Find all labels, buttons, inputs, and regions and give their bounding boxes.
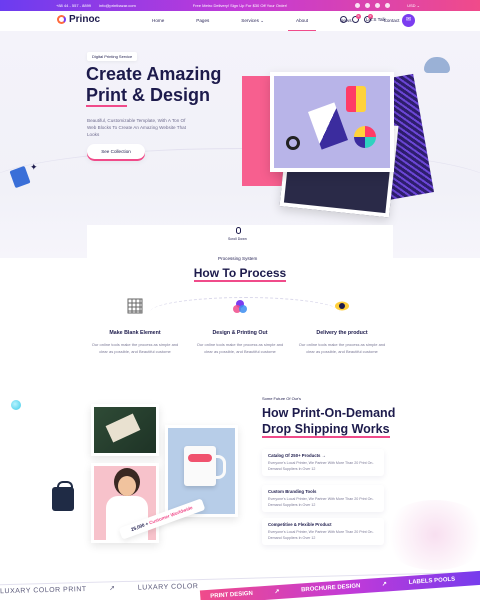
twitter-icon[interactable] [365, 3, 370, 8]
logo-mark-icon [57, 15, 66, 24]
hero-title-rest: & Design [127, 85, 211, 105]
site-header: Prinoc Home Pages Services ⌄ About News … [0, 11, 480, 31]
youtube-icon[interactable] [385, 3, 390, 8]
feature-text: Everyone's Local Printer, We Partner Wit… [268, 530, 374, 540]
dropship-title-line2: Drop Shipping Works [262, 421, 412, 438]
process-step: Design & Printing Out Our online tools m… [195, 298, 285, 355]
feature-title: Custom Branding Tools [268, 489, 317, 494]
step-text: Our online tools make the process as sim… [91, 342, 179, 354]
dropship-title-line1: How Print-On-Demand [262, 406, 396, 420]
hero-tag: Digital Printing Service [87, 52, 138, 61]
feature-title: Catalog Of 250+ Products → [268, 453, 326, 458]
nav-about[interactable]: About [280, 11, 324, 31]
process-step: Delivery the product Our online tools ma… [297, 298, 387, 355]
nav-home[interactable]: Home [136, 11, 180, 31]
scroll-down-label[interactable]: Scroll Down [228, 237, 247, 241]
marquee-item: LUXARY COLOR [137, 583, 199, 592]
color-drops-icon [232, 298, 248, 314]
logo-text: Prinoc [69, 14, 101, 25]
logo[interactable]: Prinoc [57, 14, 100, 25]
wishlist-icon[interactable]: 0 [352, 14, 361, 23]
hero-title-highlight: Print [86, 85, 128, 107]
feature-card[interactable]: Custom Branding Tools Everyone's Local P… [262, 485, 384, 512]
hero-title-line1: Create Amazing [86, 64, 222, 84]
mouse-scroll-icon[interactable] [236, 227, 241, 234]
feature-card[interactable]: Competitive & Flexible Product Everyone'… [262, 518, 384, 545]
arrow-icon: ↗ [108, 585, 116, 593]
customer-count: 25,000 + [130, 521, 149, 533]
feature-text: Everyone's Local Printer, We Partner Wit… [268, 497, 374, 507]
pink-blob-decoration [380, 500, 480, 570]
facebook-icon[interactable] [355, 3, 360, 8]
process-title-text: How To Process [193, 266, 287, 282]
hero-title: Create Amazing Print & Design [86, 64, 236, 107]
nav-services[interactable]: Services ⌄ [225, 11, 280, 31]
arrow-icon: ↗ [274, 588, 280, 596]
dropship-tag: Some Future Of Our's [262, 396, 301, 401]
step-text: Our online tools make the process as sim… [196, 342, 284, 354]
process-step: Make Blank Element Our online tools make… [90, 298, 180, 355]
step-title: Delivery the product [316, 330, 368, 336]
instagram-icon[interactable] [375, 3, 380, 8]
dropship-title: How Print-On-Demand Drop Shipping Works [262, 405, 412, 438]
grid-pattern-icon [127, 298, 143, 314]
hero-subtitle: Beautiful, Customizable Template, With A… [87, 118, 186, 137]
lets-talk-label[interactable]: Let’S Talk [366, 17, 386, 22]
wishlist-count: 0 [356, 14, 361, 19]
hero-title-line2: Print & Design [86, 85, 236, 107]
marquee-item: LUXARY COLOR PRINT [0, 586, 87, 596]
step-title: Design & Printing Out [212, 330, 268, 336]
arrow-icon: ↗ [381, 581, 388, 588]
feature-text: Everyone's Local Printer, We Partner Wit… [268, 461, 374, 471]
dropship-title-line2-text: Drop Shipping Works [262, 422, 390, 438]
currency-select[interactable]: USD ⌄ [407, 3, 420, 8]
tote-bag-icon [52, 481, 74, 511]
business-card-photo [91, 404, 159, 456]
feature-card[interactable]: Catalog Of 250+ Products → Everyone's Lo… [262, 449, 384, 476]
cap-icon [424, 57, 450, 73]
eye-icon [334, 298, 350, 314]
feature-title: Competitive & Flexible Product [268, 522, 332, 527]
top-bar: +88 44 - 557 - 8899 info@printbazar.com … [0, 0, 480, 11]
chat-button-icon[interactable]: ✉ [402, 14, 415, 27]
user-icon[interactable] [340, 16, 347, 23]
see-collection-button[interactable]: See Collection [87, 144, 145, 159]
process-title: How To Process [0, 266, 480, 282]
step-text: Our online tools make the process as sim… [298, 342, 386, 354]
step-title: Make Blank Element [109, 330, 161, 336]
hero-stationery-photo [270, 72, 394, 172]
process-tag: Processing System [218, 256, 258, 261]
bubble-decoration-icon [11, 400, 21, 410]
sparkle-icon: ✦ [30, 162, 38, 172]
nav-pages[interactable]: Pages [180, 11, 225, 31]
